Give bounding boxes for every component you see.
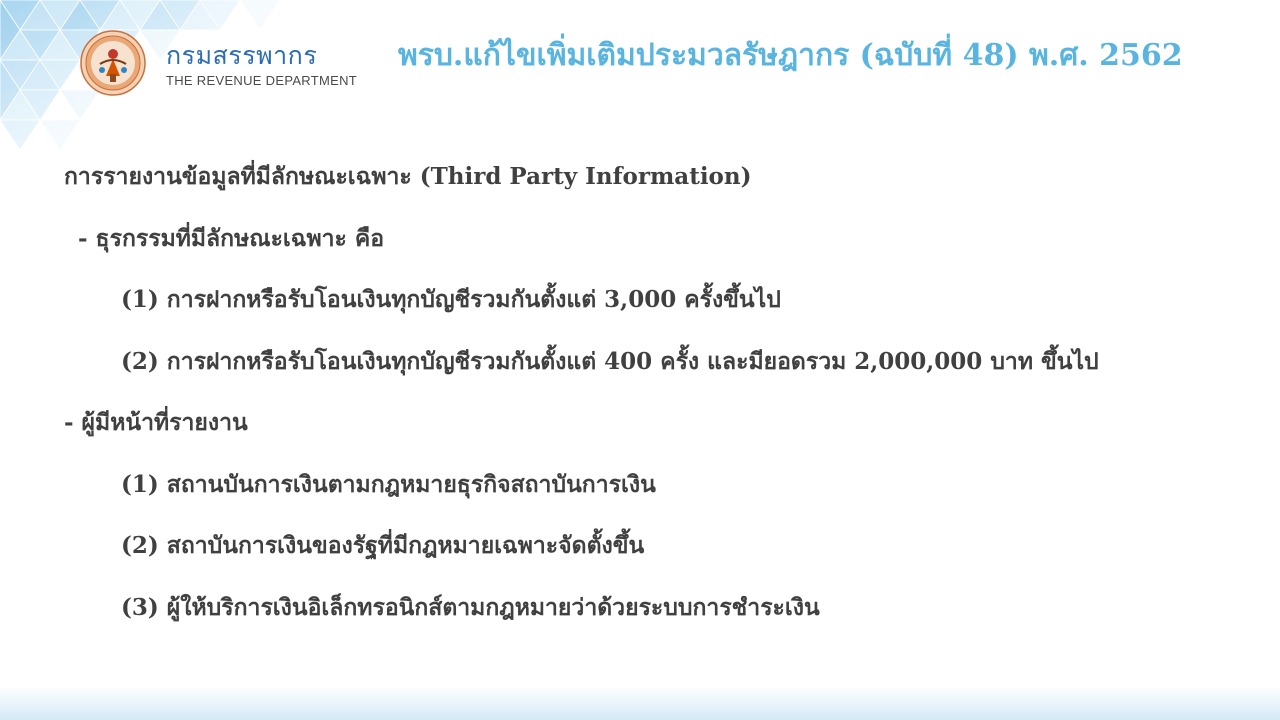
revenue-department-seal-icon [80,30,146,96]
transaction-item-1: (1) การฝากหรือรับโอนเงินทุกบัญชีรวมกันตั… [121,286,781,313]
department-name-thai: กรมสรรพากร [166,41,318,70]
reporters-label: - ผู้มีหน้าที่รายงาน [64,409,248,436]
bottom-gradient-band [0,686,1280,720]
section-heading: การรายงานข้อมูลที่มีลักษณะเฉพาะ (Third P… [64,163,752,190]
reporter-item-3: (3) ผู้ให้บริการเงินอิเล็กทรอนิกส์ตามกฎห… [121,594,820,621]
department-name-english: THE REVENUE DEPARTMENT [166,73,358,88]
transaction-item-2: (2) การฝากหรือรับโอนเงินทุกบัญชีรวมกันตั… [121,348,1099,375]
reporter-item-1: (1) สถานบันการเงินตามกฎหมายธุรกิจสถาบันก… [121,471,656,498]
reporter-item-2: (2) สถาบันการเงินของรัฐที่มีกฎหมายเฉพาะจ… [121,532,645,559]
slide-title: พรบ.แก้ไขเพิ่มเติมประมวลรัษฎากร (ฉบับที่… [398,38,1183,73]
transactions-label: - ธุรกรรมที่มีลักษณะเฉพาะ คือ [78,225,385,252]
